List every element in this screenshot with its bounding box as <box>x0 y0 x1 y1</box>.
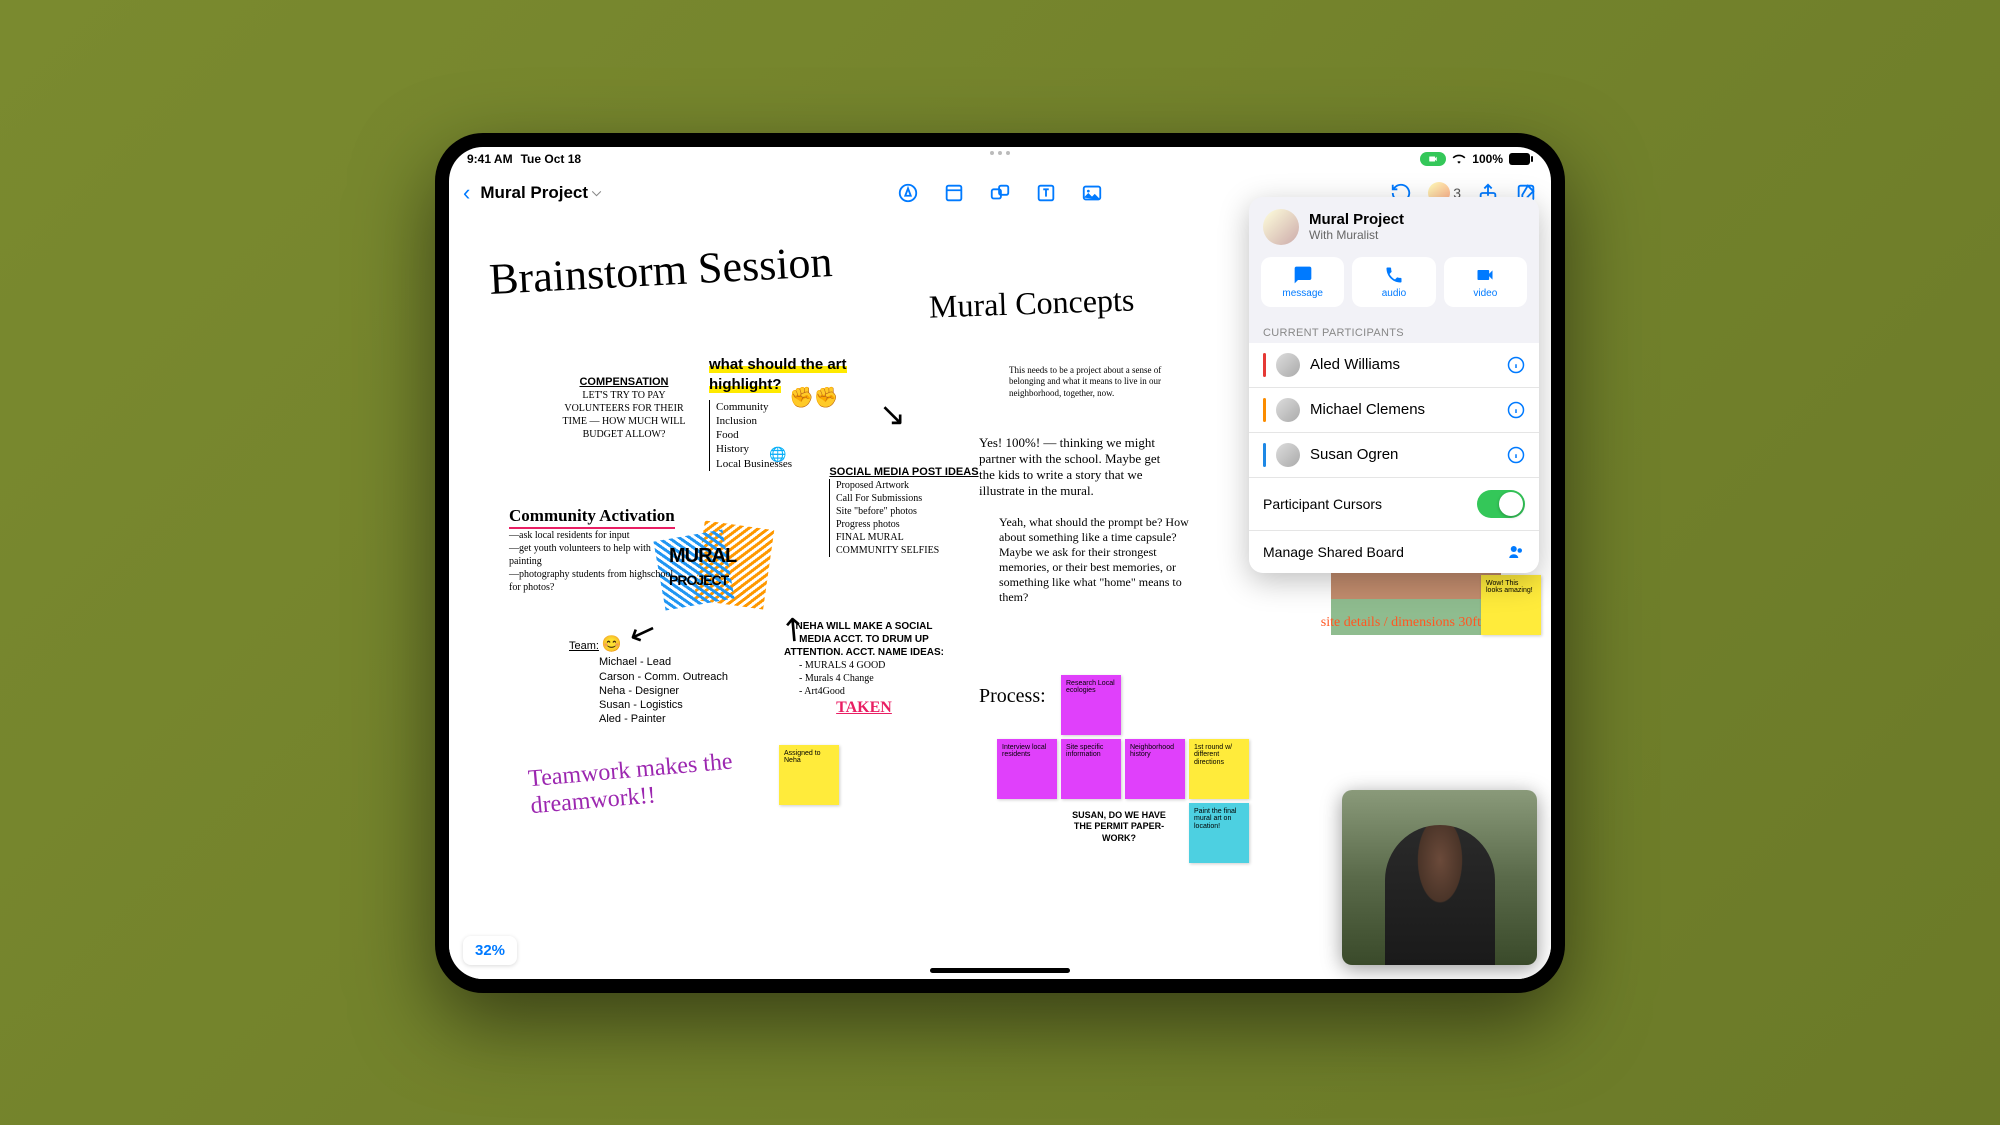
project-description: This needs to be a project about a sense… <box>1009 365 1169 400</box>
audio-button[interactable]: audio <box>1352 257 1435 307</box>
taken-label: TAKEN <box>779 698 949 719</box>
battery-icon <box>1509 153 1533 165</box>
participant-row[interactable]: Michael Clemens <box>1249 388 1539 433</box>
participant-color-bar <box>1263 353 1266 377</box>
screen: 9:41 AM Tue Oct 18 100% ‹ Mural Project⌵… <box>449 147 1551 979</box>
panel-title: Mural Project <box>1309 211 1404 228</box>
back-button[interactable]: ‹ <box>463 180 470 206</box>
team-heading: Team: <box>569 640 599 652</box>
participant-avatar <box>1276 353 1300 377</box>
participant-name: Aled Williams <box>1310 356 1497 373</box>
participant-name: Michael Clemens <box>1310 401 1497 418</box>
participant-row[interactable]: Aled Williams <box>1249 343 1539 388</box>
participants-section-label: CURRENT PARTICIPANTS <box>1249 319 1539 343</box>
info-icon[interactable] <box>1507 446 1525 464</box>
cursors-label: Participant Cursors <box>1263 496 1382 512</box>
arrow-icon: ↘ <box>879 395 906 433</box>
site-dimensions: site details / dimensions 30ft <box>1321 615 1481 631</box>
collaboration-icon <box>1507 543 1525 561</box>
susan-question: SUSAN, DO WE HAVE THE PERMIT PAPER-WORK? <box>1069 810 1169 845</box>
sticky-research[interactable]: Research Local ecologies <box>1061 675 1121 735</box>
heading-concepts: Mural Concepts <box>928 281 1134 325</box>
facetime-participant <box>1385 825 1495 965</box>
text-tool-icon[interactable] <box>1035 182 1057 204</box>
manage-board-button[interactable]: Manage Shared Board <box>1249 531 1539 573</box>
sticky-wow[interactable]: Wow! This looks amazing! <box>1481 575 1541 635</box>
info-icon[interactable] <box>1507 401 1525 419</box>
video-button[interactable]: video <box>1444 257 1527 307</box>
panel-group-avatar <box>1263 209 1299 245</box>
battery-percent: 100% <box>1472 152 1503 166</box>
heading-brainstorm: Brainstorm Session <box>488 236 834 305</box>
community-text: —ask local residents for input —get yout… <box>509 529 679 594</box>
shape-tool-icon[interactable] <box>989 182 1011 204</box>
sticky-interview[interactable]: Interview local residents <box>997 739 1057 799</box>
collaboration-panel: Mural Project With Muralist message audi… <box>1249 197 1539 573</box>
participant-row[interactable]: Susan Ogren <box>1249 433 1539 478</box>
sticky-neighborhood[interactable]: Neighborhood history <box>1125 739 1185 799</box>
yes-100-note: Yes! 100%! — thinking we might partner w… <box>979 435 1179 499</box>
participant-avatar <box>1276 398 1300 422</box>
social-list: Proposed Artwork Call For Submissions Si… <box>829 479 979 557</box>
media-tool-icon[interactable] <box>1081 182 1103 204</box>
sticky-tool-icon[interactable] <box>943 182 965 204</box>
wifi-icon <box>1452 152 1466 166</box>
team-list: Michael - Lead Carson - Comm. Outreach N… <box>599 655 779 726</box>
status-date: Tue Oct 18 <box>521 152 581 166</box>
compensation-heading: COMPENSATION <box>559 375 689 389</box>
message-button[interactable]: message <box>1261 257 1344 307</box>
community-heading: Community Activation <box>509 505 675 529</box>
participant-color-bar <box>1263 398 1266 422</box>
fist-emoji: ✊✊ <box>789 385 839 411</box>
sticky-paint[interactable]: Paint the final mural art on location! <box>1189 803 1249 863</box>
sticky-round1[interactable]: 1st round w/ different directions <box>1189 739 1249 799</box>
panel-subtitle: With Muralist <box>1309 228 1404 242</box>
pen-tool-icon[interactable] <box>897 182 919 204</box>
zoom-indicator[interactable]: 32% <box>463 936 517 965</box>
smiley-emoji: 😊 <box>602 636 622 653</box>
compensation-text: LET'S TRY TO PAY VOLUNTEERS FOR THEIR TI… <box>559 389 689 441</box>
neha-ideas: - MURALS 4 GOOD - Murals 4 Change - Art4… <box>799 659 949 698</box>
participant-name: Susan Ogren <box>1310 446 1497 463</box>
sticky-sitespec[interactable]: Site specific information <box>1061 739 1121 799</box>
prompt-note: Yeah, what should the prompt be? How abo… <box>999 515 1199 605</box>
status-bar: 9:41 AM Tue Oct 18 100% <box>449 147 1551 171</box>
teamwork-quote: Teamwork makes the dreamwork!! <box>527 743 791 819</box>
multitask-grabber[interactable] <box>990 151 1010 155</box>
process-heading: Process: <box>979 685 1046 708</box>
status-time: 9:41 AM <box>467 152 513 166</box>
info-icon[interactable] <box>1507 356 1525 374</box>
sticky-assigned-neha[interactable]: Assigned to Neha <box>779 745 839 805</box>
participant-color-bar <box>1263 443 1266 467</box>
globe-emoji: 🌐 <box>769 445 786 463</box>
facetime-pill[interactable] <box>1420 152 1446 166</box>
social-heading: SOCIAL MEDIA POST IDEAS <box>829 465 979 479</box>
board-title-dropdown[interactable]: Mural Project⌵ <box>480 183 601 203</box>
participant-avatar <box>1276 443 1300 467</box>
cursors-toggle[interactable] <box>1477 490 1525 518</box>
ipad-frame: 9:41 AM Tue Oct 18 100% ‹ Mural Project⌵… <box>435 133 1565 993</box>
facetime-pip[interactable] <box>1342 790 1537 965</box>
home-indicator[interactable] <box>930 968 1070 973</box>
